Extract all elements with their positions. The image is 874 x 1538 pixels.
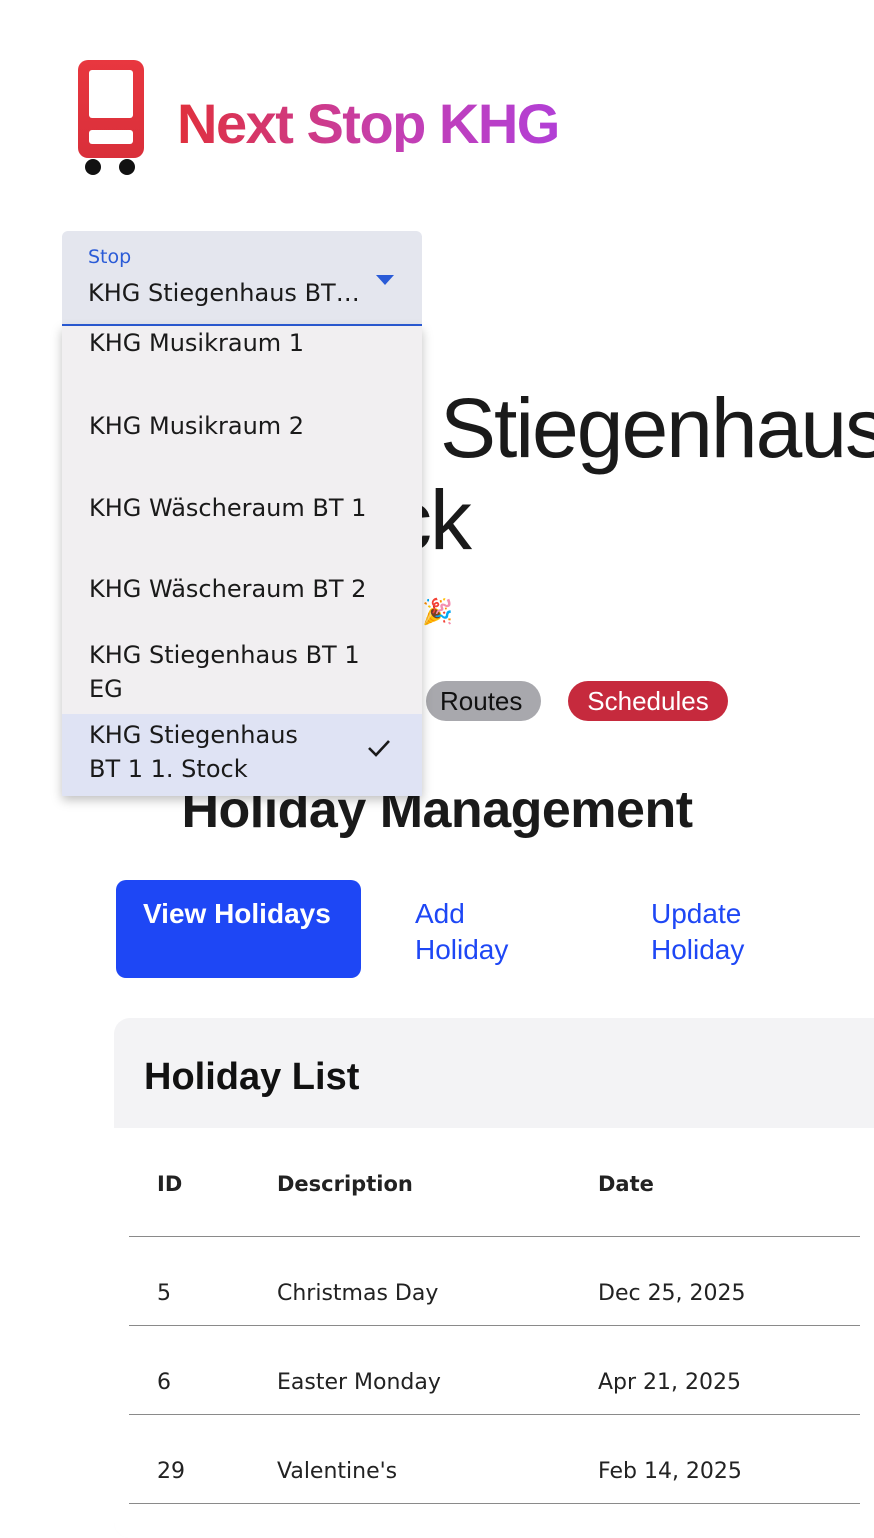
column-header-date[interactable]: Date [598, 1172, 654, 1196]
view-holidays-label: View Holidays [143, 898, 331, 929]
holiday-list-card: Holiday List ID Description Date 5 Chris… [114, 1018, 874, 1538]
column-header-description[interactable]: Description [277, 1172, 413, 1196]
option-label-line1: KHG Stiegenhaus BT 1 [89, 641, 360, 669]
cell-date: Feb 14, 2025 [598, 1459, 742, 1484]
schedules-tag[interactable]: Schedules [568, 681, 728, 721]
bus-stop-icon [78, 60, 144, 175]
table-row[interactable]: 29 Valentine's Feb 14, 2025 [129, 1415, 860, 1504]
table-row[interactable]: 6 Easter Monday Apr 21, 2025 [129, 1326, 860, 1415]
stop-option-waescheraum-bt-2[interactable]: KHG Wäscheraum BT 2 [62, 572, 422, 606]
table-row[interactable]: 5 Christmas Day Dec 25, 2025 [129, 1237, 860, 1326]
cell-date: Dec 25, 2025 [598, 1281, 746, 1306]
add-holiday-tab[interactable]: Add Holiday [388, 880, 588, 978]
cell-id: 6 [157, 1370, 171, 1395]
holiday-table-container: ID Description Date 5 Christmas Day Dec … [114, 1128, 874, 1538]
option-label: KHG Wäscheraum BT 2 [89, 575, 367, 603]
add-holiday-label: Add Holiday [415, 898, 509, 965]
stop-select-value: KHG Stiegenhaus BT… [88, 279, 360, 307]
option-label: KHG Wäscheraum BT 1 [89, 494, 367, 522]
holiday-table: ID Description Date 5 Christmas Day Dec … [129, 1128, 860, 1504]
cell-description: Valentine's [277, 1459, 398, 1484]
option-label: KHG Musikraum 1 [89, 329, 305, 357]
option-label-line2: EG [89, 675, 123, 703]
stop-option-stiegenhaus-bt-1-eg[interactable]: KHG Stiegenhaus BT 1 EG [62, 638, 422, 706]
routes-tag[interactable]: Routes [426, 681, 541, 721]
caret-down-icon[interactable] [376, 275, 394, 285]
check-icon [368, 740, 390, 757]
holiday-list-title: Holiday List [144, 1056, 360, 1098]
view-holidays-tab[interactable]: View Holidays [116, 880, 361, 978]
stop-select-label: Stop [88, 246, 132, 268]
column-header-id[interactable]: ID [157, 1172, 182, 1196]
update-holiday-label: Update Holiday [651, 898, 745, 965]
stop-select[interactable]: Stop KHG Stiegenhaus BT… [62, 231, 422, 326]
app-logo [76, 58, 146, 176]
table-header-row: ID Description Date [129, 1128, 860, 1237]
stop-option-waescheraum-bt-1[interactable]: KHG Wäscheraum BT 1 [62, 491, 422, 525]
cell-description: Christmas Day [277, 1281, 439, 1306]
stop-option-musikraum-1[interactable]: KHG Musikraum 1 [62, 326, 422, 382]
option-label: KHG Musikraum 2 [89, 412, 305, 440]
cell-id: 29 [157, 1459, 185, 1484]
stop-dropdown-menu: KHG Musikraum 1 KHG Musikraum 2 KHG Wäsc… [62, 326, 422, 796]
cell-description: Easter Monday [277, 1370, 441, 1395]
cell-date: Apr 21, 2025 [598, 1370, 742, 1395]
app-title: Next Stop KHG [177, 92, 560, 155]
update-holiday-tab[interactable]: Update Holiday [624, 880, 844, 978]
stop-option-musikraum-2[interactable]: KHG Musikraum 2 [62, 409, 422, 443]
cell-id: 5 [157, 1281, 171, 1306]
stop-option-stiegenhaus-bt-1-1-stock[interactable]: KHG Stiegenhaus BT 1 1. Stock [62, 714, 422, 796]
